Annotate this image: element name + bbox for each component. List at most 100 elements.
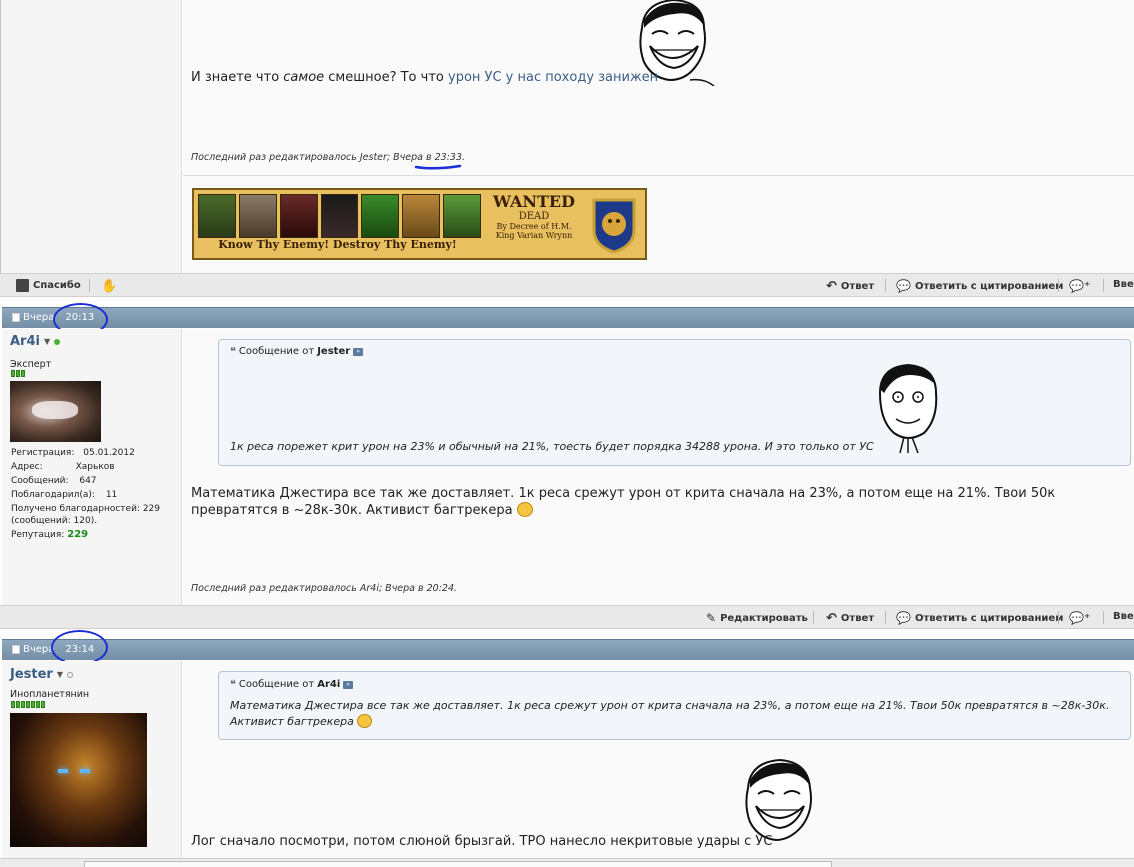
quote-marks-icon: ❝ [230,678,236,691]
reply-quote-label: Ответить с цитированием [914,612,1064,624]
rep-label: Репутация: [11,530,65,540]
annotation-circle [51,630,108,665]
msgs-label: Сообщений: [11,476,69,486]
edit-button[interactable]: ✎ Редактировать [706,611,808,625]
post1-edited-note: Последний раз редактировалось Jester; Вч… [191,152,466,163]
reply-label: Ответ [840,281,875,292]
thanked-label: Поблагодарил(а): [11,490,95,500]
troll-portrait-icon [361,194,400,238]
bar-separator [885,279,886,292]
reply-arrow-icon: ↶ [826,611,837,626]
post2-edited-note: Последний раз редактировалось Ar4i; Вчер… [191,583,458,594]
quote-author[interactable]: Jester [317,346,350,357]
reply-button[interactable]: ↶ Ответ [826,611,874,626]
quote-author[interactable]: Ar4i [317,679,340,690]
meme-face-image [878,363,938,454]
post2-quote: ❝ Сообщение от Jester » 1к реса порежет … [218,339,1131,466]
quote-header: ❝ Сообщение от Ar4i » [230,678,354,691]
avatar-eye [80,769,90,773]
reply-quote-button[interactable]: 💬 Ответить с цитированием [896,279,1063,293]
avatar-eye [58,769,68,773]
thumbs-icon: ✋ [101,279,118,294]
undead-portrait-icon [279,194,318,238]
post1-text-emphasis: самое [283,70,325,85]
post3-user-column: Jester ▼ Инопланетянин [2,661,182,858]
facepalm-smiley-icon [357,714,373,728]
bar-separator [1103,279,1104,292]
reply-label: Ответ [840,613,875,624]
bar-separator [885,611,886,624]
user-title: Эксперт [10,359,52,370]
chevron-down-icon[interactable]: ▼ [57,670,63,679]
post2-header: Вчера 20:13 [2,307,1134,328]
quote-text-block: Математика Джестира все так же доставляе… [230,698,1120,730]
post3-header: Вчера 23:14 [2,639,1134,660]
avatar-detail [32,401,78,419]
reg-label: Регистрация: [11,448,75,458]
offline-status-icon [67,671,73,678]
tauren-portrait-icon [238,194,277,238]
reply-button[interactable]: ↶ Ответ [826,279,874,294]
post2-message: Математика Джестира все так же доставляе… [191,486,1056,518]
chevron-down-icon[interactable]: ▼ [44,337,50,346]
banner-wanted: WANTED [493,192,575,211]
avatar[interactable] [10,381,101,442]
post3-text: Лог сначало посмотри, потом слюной брызг… [191,834,773,849]
avatar[interactable] [10,713,147,847]
post2-user-column: Ar4i ▼ Эксперт Регистрация: 05.01.2012 А… [2,329,182,606]
horizontal-scrollbar[interactable] [84,861,832,867]
post2-username[interactable]: Ar4i ▼ [10,334,61,349]
pencil-icon: ✎ [706,611,717,625]
post-gap [0,630,1134,639]
more-label: Вве [1113,279,1134,290]
online-status-icon [54,338,61,345]
multiquote-button[interactable]: 💬⁺ [1069,611,1090,625]
banner-decree: By Decree of H.M. [496,222,572,231]
reg-value: 05.01.2012 [83,448,135,458]
banner-dead: DEAD [518,211,550,222]
multiquote-button[interactable]: 💬⁺ [1069,279,1090,293]
more-button[interactable]: Вве [1113,611,1134,622]
thanks-icon [16,279,29,292]
addr-label: Адрес: [11,462,43,472]
banner-slogan: Know Thy Enemy! Destroy Thy Enemy! [218,238,457,251]
elf-portrait-icon [402,194,441,238]
facepalm-smiley-icon [516,502,533,517]
view-post-icon[interactable]: » [353,347,364,356]
got-thanks-count: (сообщений: 120). [11,516,98,526]
orc-portrait-icon [198,194,236,238]
quote-bubble-icon: 💬 [896,279,911,293]
view-post-icon[interactable]: » [343,680,354,689]
reputation-bar [11,370,25,377]
bar-separator [1058,611,1059,624]
bar-separator [813,611,814,624]
post1-text-part: И знаете что [191,70,284,85]
bottom-scroll-strip [0,858,1134,867]
edit-label: Редактировать [720,612,808,624]
thanks-button[interactable]: Спасибо [16,279,81,292]
banner-portraits [198,194,482,238]
post1-link[interactable]: урон УС у нас походу занижен [448,70,658,85]
post1-user-column [0,0,182,273]
post1-text: И знаете что самое смешное? То что урон … [191,70,658,85]
banner-wanted-block: WANTED DEAD By Decree of H.M. King Varia… [482,192,586,240]
post3-date-label: Вчера [23,644,55,655]
quote-from-label: Сообщение от [238,346,315,357]
post-gap [0,298,1134,307]
post3-quote: ❝ Сообщение от Ar4i » Математика Джестир… [218,671,1131,740]
username-text: Ar4i [10,334,40,349]
bar-separator [1058,279,1059,292]
multiquote-icon: 💬⁺ [1069,279,1091,293]
thanks-list-button[interactable]: ✋ [101,279,117,294]
post3-username[interactable]: Jester ▼ [10,667,73,682]
post-page-icon [12,645,20,654]
reply-quote-button[interactable]: 💬 Ответить с цитированием [896,611,1063,625]
more-button[interactable]: Вве [1113,279,1134,290]
post-page-icon [12,313,20,322]
post1-text-part: смешное? То что [324,70,448,85]
quote-header: ❝ Сообщение от Jester » [230,345,364,358]
user-info-block: Регистрация: 05.01.2012 Адрес: Харьков Со… [11,446,181,542]
user-title: Инопланетянин [10,689,90,700]
more-label: Вве [1113,611,1134,622]
hooded-portrait-icon [320,194,359,238]
